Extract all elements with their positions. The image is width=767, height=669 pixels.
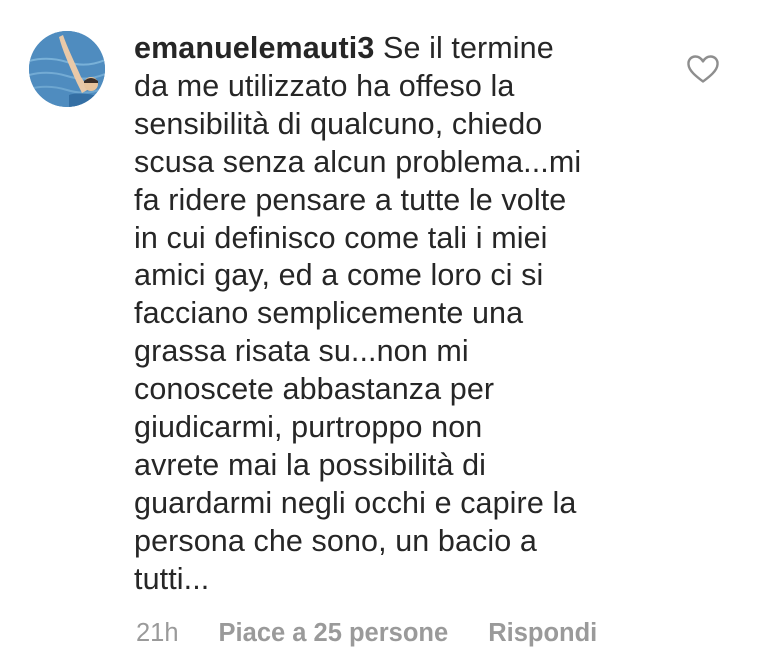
comment-username[interactable]: emanuelemauti3 — [134, 31, 374, 65]
comment-text: Se il termine da me utilizzato ha offeso… — [134, 31, 582, 596]
comment-meta: 21h Piace a 25 persone Rispondi — [136, 618, 597, 648]
heart-icon[interactable] — [686, 54, 720, 84]
avatar[interactable] — [29, 31, 105, 107]
comment-body: emanuelemauti3 Se il termine da me utili… — [134, 30, 654, 599]
comment-timestamp: 21h — [136, 619, 179, 647]
reply-button[interactable]: Rispondi — [488, 618, 597, 648]
comment-item: emanuelemauti3 Se il termine da me utili… — [0, 0, 767, 669]
avatar-photo — [29, 31, 105, 107]
likes-count-link[interactable]: Piace a 25 persone — [219, 618, 449, 648]
